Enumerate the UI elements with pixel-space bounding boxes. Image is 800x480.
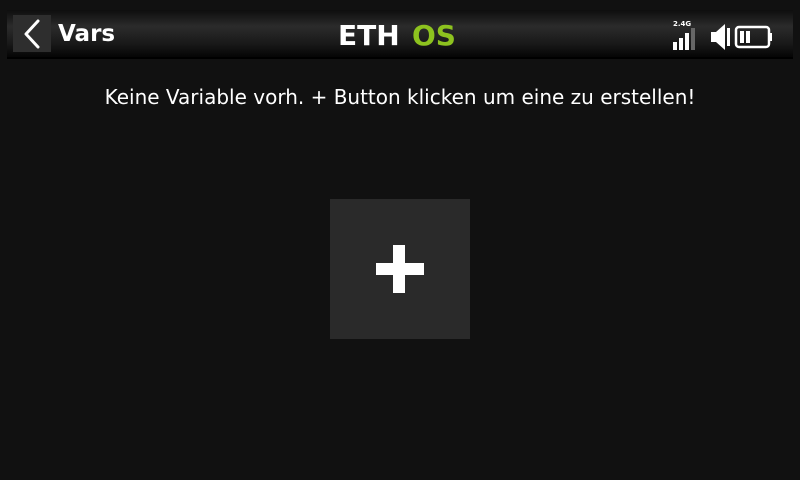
back-button[interactable] <box>13 15 51 52</box>
page-title: Vars <box>58 21 116 47</box>
rf-signal-icon: 2.4G <box>673 20 695 50</box>
speaker-icon <box>711 24 730 50</box>
chevron-left-icon <box>24 19 40 48</box>
add-variable-button[interactable] <box>330 199 470 339</box>
status-icons: 2.4G <box>673 20 772 50</box>
vars-screen: Vars ETH OS 2.4G Keine Variable vorh. + … <box>0 0 800 480</box>
svg-text:OS: OS <box>412 19 456 49</box>
svg-text:ETH: ETH <box>338 19 400 49</box>
empty-message: Keine Variable vorh. + Button klicken um… <box>104 85 696 109</box>
plus-icon <box>376 245 424 293</box>
battery-icon <box>734 25 772 49</box>
top-bar: Vars ETH OS 2.4G <box>7 10 793 59</box>
svg-text:2.4G: 2.4G <box>673 20 691 28</box>
ethos-logo: ETH OS <box>338 19 456 49</box>
